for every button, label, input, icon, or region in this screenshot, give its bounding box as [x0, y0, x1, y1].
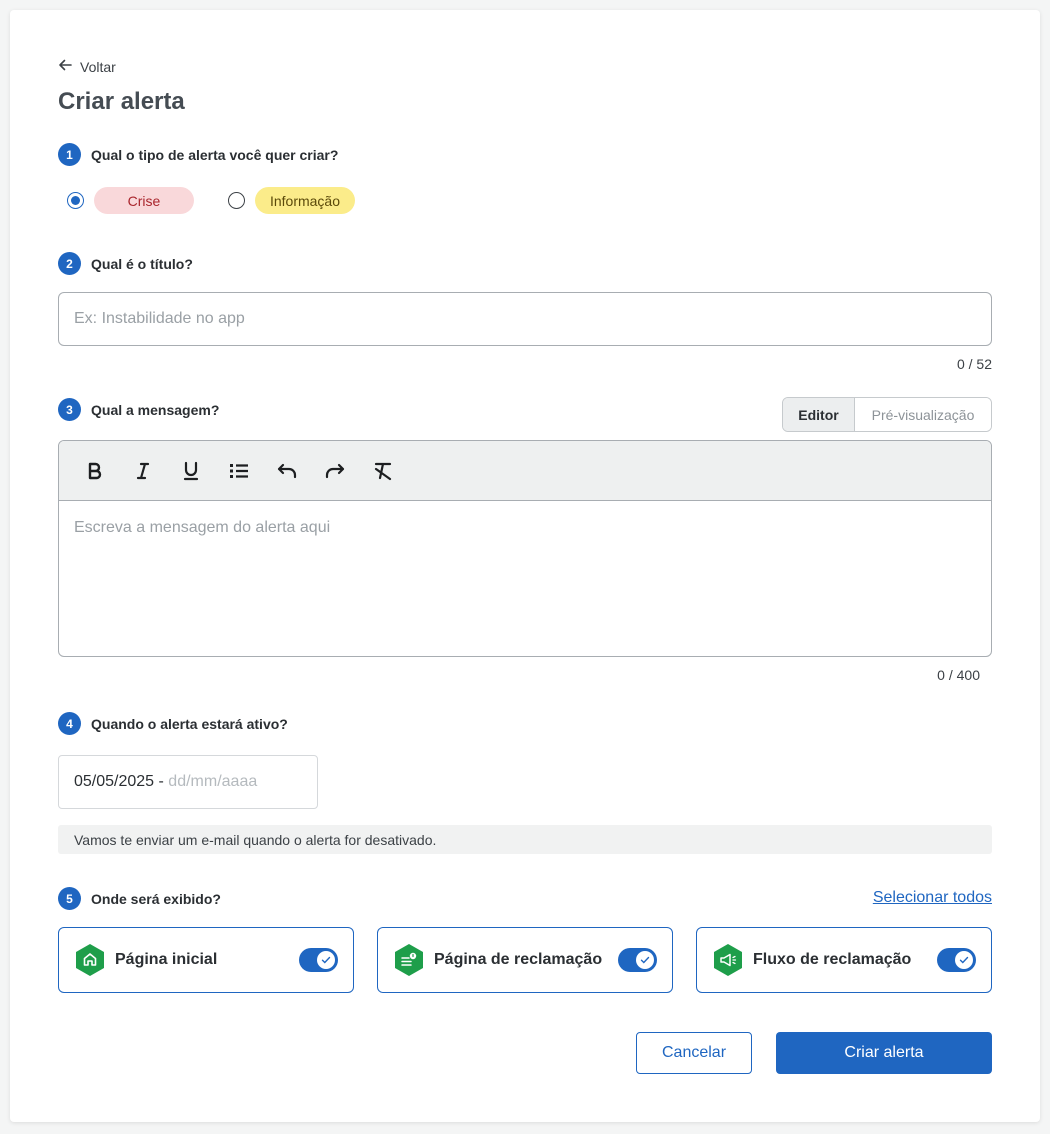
step-5-header: 5 Onde será exibido? — [58, 887, 221, 910]
location-card-complaint-page[interactable]: Página de reclamação — [377, 927, 673, 993]
complaint-page-icon — [393, 943, 425, 977]
step-number: 1 — [58, 143, 81, 166]
home-icon — [74, 943, 106, 977]
toggle-switch[interactable] — [618, 948, 657, 972]
location-label: Página de reclamação — [434, 951, 603, 968]
redo-icon[interactable] — [323, 459, 347, 483]
check-icon — [959, 956, 969, 964]
radio-button[interactable] — [67, 192, 84, 209]
title-input[interactable]: Ex: Instabilidade no app — [58, 292, 992, 346]
email-notice: Vamos te enviar um e-mail quando o alert… — [58, 825, 992, 854]
step-4-header: 4 Quando o alerta estará ativo? — [58, 712, 288, 735]
megaphone-icon — [712, 943, 744, 977]
step-2-header: 2 Qual é o título? — [58, 252, 193, 275]
message-editor: Escreva a mensagem do alerta aqui — [58, 440, 992, 657]
end-date-placeholder: dd/mm/aaaa — [168, 773, 258, 790]
start-date-value: 05/05/2025 - — [74, 773, 169, 790]
radio-option-informacao[interactable]: Informação — [228, 187, 355, 214]
step-question: Qual a mensagem? — [91, 401, 220, 418]
radio-button[interactable] — [228, 192, 245, 209]
step-question: Qual é o título? — [91, 255, 193, 272]
arrow-left-icon — [58, 58, 72, 75]
italic-icon[interactable] — [131, 459, 155, 483]
step-number: 3 — [58, 398, 81, 421]
create-alert-button[interactable]: Criar alerta — [776, 1032, 992, 1074]
editor-tabs: Editor Pré-visualização — [782, 397, 992, 432]
step-number: 5 — [58, 887, 81, 910]
underline-icon[interactable] — [179, 459, 203, 483]
radio-option-crise[interactable]: Crise — [67, 187, 194, 214]
location-label: Página inicial — [115, 951, 218, 968]
alert-form-card: Voltar Criar alerta 1 Qual o tipo de ale… — [10, 10, 1040, 1122]
tab-editor[interactable]: Editor — [783, 398, 855, 431]
step-1-header: 1 Qual o tipo de alerta você quer criar? — [58, 143, 338, 166]
location-card-home[interactable]: Página inicial — [58, 927, 354, 993]
step-question: Qual o tipo de alerta você quer criar? — [91, 146, 339, 163]
informacao-pill: Informação — [255, 187, 355, 214]
crise-pill: Crise — [94, 187, 194, 214]
editor-toolbar — [59, 441, 991, 501]
bullet-list-icon[interactable] — [227, 459, 251, 483]
back-link[interactable]: Voltar — [58, 58, 116, 75]
tab-preview[interactable]: Pré-visualização — [855, 398, 991, 431]
step-question: Quando o alerta estará ativo? — [91, 715, 288, 732]
undo-icon[interactable] — [275, 459, 299, 483]
back-label: Voltar — [80, 58, 116, 75]
date-range-input[interactable]: 05/05/2025 - dd/mm/aaaa — [58, 755, 318, 809]
cancel-button[interactable]: Cancelar — [636, 1032, 752, 1074]
check-icon — [321, 956, 331, 964]
message-textarea[interactable]: Escreva a mensagem do alerta aqui — [59, 501, 991, 555]
step-question: Onde será exibido? — [91, 890, 221, 907]
select-all-link[interactable]: Selecionar todos — [873, 889, 992, 907]
toggle-switch[interactable] — [937, 948, 976, 972]
message-char-counter: 0 / 400 — [937, 667, 980, 683]
check-icon — [640, 956, 650, 964]
page-title: Criar alerta — [58, 88, 185, 115]
step-number: 2 — [58, 252, 81, 275]
bold-icon[interactable] — [83, 459, 107, 483]
toggle-switch[interactable] — [299, 948, 338, 972]
location-card-complaint-flow[interactable]: Fluxo de reclamação — [696, 927, 992, 993]
alert-type-radio-group: Crise Informação — [67, 187, 355, 214]
title-char-counter: 0 / 52 — [956, 356, 992, 372]
step-number: 4 — [58, 712, 81, 735]
location-label: Fluxo de reclamação — [753, 951, 912, 968]
clear-format-icon[interactable] — [371, 459, 395, 483]
step-3-header: 3 Qual a mensagem? — [58, 398, 219, 421]
